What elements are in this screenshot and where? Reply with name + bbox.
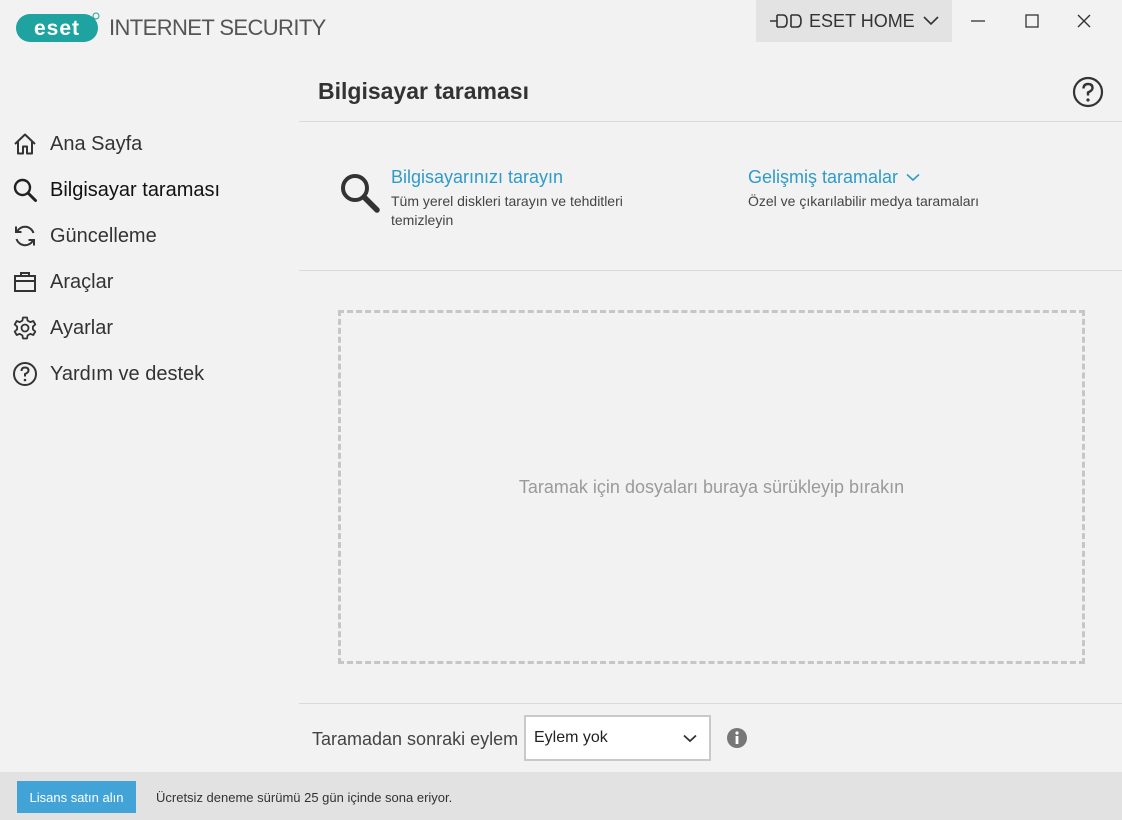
sidebar-item-label: Ana Sayfa (50, 132, 143, 155)
sidebar-item-settings[interactable]: Ayarlar (0, 306, 299, 350)
trial-status-text: Ücretsiz deneme sürümü 25 gün içinde son… (156, 790, 453, 805)
after-scan-label: Taramadan sonraki eylem (312, 729, 519, 749)
maximize-icon (1025, 14, 1039, 28)
help-circle-icon (13, 362, 37, 386)
eset-home-button[interactable]: ESET HOME (756, 0, 952, 42)
sidebar-item-computer-scan[interactable]: Bilgisayar taraması (0, 168, 299, 212)
sidebar-item-label: Bilgisayar taraması (50, 178, 221, 201)
sidebar-item-label: Ayarlar (50, 316, 113, 339)
scan-computer-description: Tüm yerel diskleri tarayın ve tehditleri… (391, 193, 623, 228)
gear-icon (13, 316, 37, 340)
plug-icon (770, 14, 802, 28)
magnifier-icon (341, 174, 380, 213)
after-scan-action-value: Eylem yok (534, 729, 608, 746)
scan-computer-title: Bilgisayarınızı tarayın (391, 167, 564, 187)
maximize-button[interactable] (1006, 0, 1058, 42)
help-icon[interactable] (1072, 76, 1104, 108)
buy-license-button[interactable]: Lisans satın alın (17, 781, 136, 813)
search-icon (13, 178, 37, 202)
drop-zone-text: Taramak için dosyaları buraya sürükleyip… (518, 476, 905, 497)
home-icon (14, 133, 36, 155)
minimize-icon (971, 20, 985, 22)
close-button[interactable] (1058, 0, 1110, 42)
sidebar-item-help[interactable]: Yardım ve destek (0, 352, 299, 396)
sidebar-item-update[interactable]: Güncelleme (0, 214, 299, 258)
chevron-down-icon (906, 173, 920, 182)
chevron-down-icon (923, 16, 939, 26)
toolbox-icon (14, 272, 36, 292)
sidebar-item-label: Araçlar (50, 270, 114, 293)
page-title: Bilgisayar taraması (318, 78, 529, 104)
refresh-icon (15, 225, 35, 247)
close-icon (1077, 14, 1091, 28)
info-icon[interactable] (726, 727, 748, 749)
advanced-scans-link[interactable]: Gelişmiş taramalar Özel ve çıkarılabilir… (748, 167, 979, 209)
advanced-scans-label: Gelişmiş taramalar (748, 167, 899, 187)
section-divider (299, 270, 1122, 271)
title-divider (299, 121, 1122, 122)
sidebar-item-label: Güncelleme (50, 224, 157, 247)
product-name: INTERNET SECURITY (109, 15, 326, 40)
chevron-down-icon (683, 734, 697, 743)
eset-logo: eset (16, 12, 100, 44)
svg-text:eset: eset (34, 17, 80, 40)
sidebar-item-tools[interactable]: Araçlar (0, 260, 299, 304)
sidebar-item-label: Yardım ve destek (50, 362, 205, 385)
sidebar-item-home[interactable]: Ana Sayfa (0, 122, 299, 166)
eset-home-label: ESET HOME (809, 10, 915, 31)
after-scan-action-select[interactable]: Eylem yok (524, 715, 711, 761)
file-drop-zone[interactable]: Taramak için dosyaları buraya sürükleyip… (338, 310, 1085, 664)
minimize-button[interactable] (952, 0, 1004, 42)
bottom-divider (299, 703, 1122, 704)
advanced-scans-description: Özel ve çıkarılabilir medya taramaları (748, 193, 980, 209)
advanced-scans-title: Gelişmiş taramalar (748, 167, 979, 188)
